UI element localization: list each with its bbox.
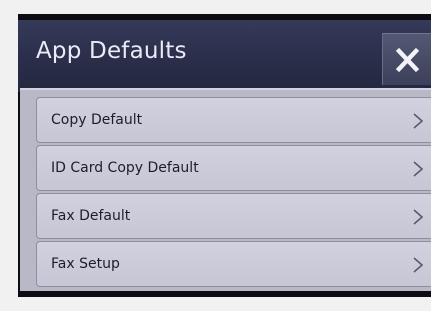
touch-screen: App Defaults Copy Default ID Card Copy D… [18,14,431,297]
list-item-label: Fax Setup [51,256,120,272]
list-item-copy-default[interactable]: Copy Default [36,97,431,143]
device-bezel: App Defaults Copy Default ID Card Copy D… [0,0,431,311]
close-button[interactable] [382,33,431,85]
chevron-right-icon [413,113,424,129]
list-item-fax-default[interactable]: Fax Default [36,193,431,239]
list-item-label: Fax Default [51,208,131,224]
list-item-label: ID Card Copy Default [51,160,199,176]
close-icon [395,47,420,73]
settings-list-panel: Copy Default ID Card Copy Default Fax De… [20,88,431,291]
list-item-label: Copy Default [51,112,143,128]
title-bar: App Defaults [18,20,431,92]
chevron-right-icon [413,257,424,273]
chevron-right-icon [413,161,424,177]
list-item-id-card-copy-default[interactable]: ID Card Copy Default [36,145,431,191]
page-title: App Defaults [36,38,187,64]
list-item-fax-setup[interactable]: Fax Setup [36,241,431,287]
settings-list: Copy Default ID Card Copy Default Fax De… [36,97,431,289]
chevron-right-icon [413,209,424,225]
